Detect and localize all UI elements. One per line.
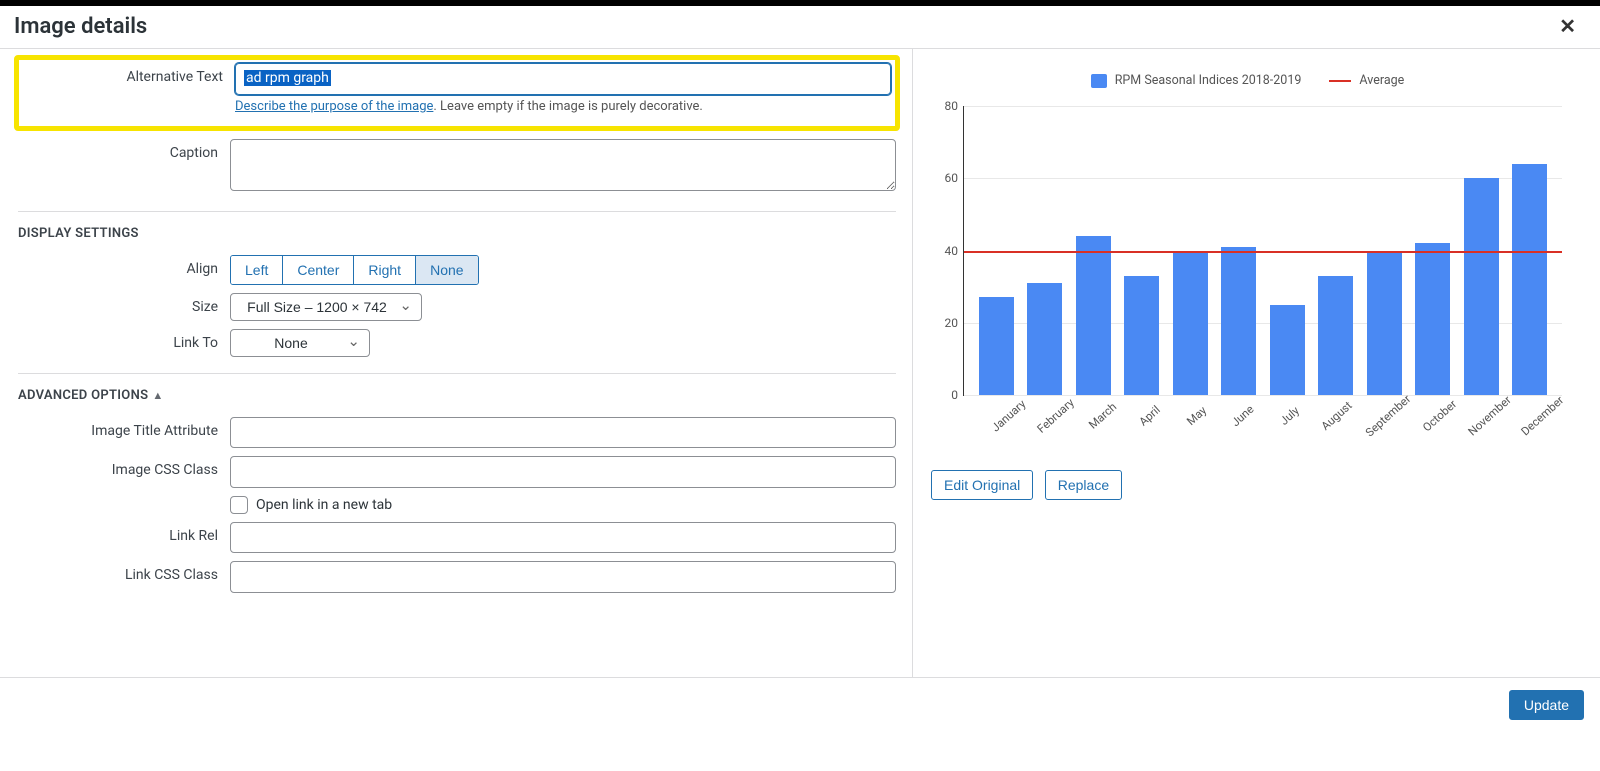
preview-actions: Edit Original Replace — [931, 470, 1594, 500]
preview-pane: RPM Seasonal Indices 2018-2019 Average 0… — [913, 49, 1600, 677]
align-center-button[interactable]: Center — [283, 256, 354, 284]
dialog-footer: Update — [0, 677, 1600, 732]
image-css-class-row: Image CSS Class — [18, 456, 896, 488]
chart-x-axis: JanuaryFebruaryMarchAprilMayJuneJulyAugu… — [963, 400, 1562, 428]
link-rel-input[interactable] — [230, 522, 896, 554]
edit-original-button[interactable]: Edit Original — [931, 470, 1033, 500]
y-tick-label: 20 — [932, 316, 958, 330]
image-details-dialog: Image details ✕ Alternative Text ad rpm … — [0, 6, 1600, 732]
caption-label: Caption — [18, 139, 230, 161]
settings-pane: Alternative Text ad rpm graph Describe t… — [0, 49, 913, 677]
caption-row: Caption — [18, 139, 896, 195]
update-button[interactable]: Update — [1509, 690, 1584, 720]
legend-item-bars: RPM Seasonal Indices 2018-2019 — [1091, 73, 1302, 88]
chart-bar — [979, 297, 1014, 395]
align-none-button[interactable]: None — [416, 256, 477, 284]
link-rel-label: Link Rel — [18, 522, 230, 544]
size-label: Size — [18, 293, 230, 315]
chart-preview: RPM Seasonal Indices 2018-2019 Average 0… — [913, 61, 1594, 428]
divider — [18, 211, 896, 212]
chart-bar — [1027, 283, 1062, 395]
size-row: Size Full Size – 1200 × 742 — [18, 293, 896, 321]
replace-button[interactable]: Replace — [1045, 470, 1122, 500]
link-css-class-input[interactable] — [230, 561, 896, 593]
legend-item-average: Average — [1329, 73, 1404, 88]
link-to-select[interactable]: None — [230, 329, 370, 357]
describe-purpose-link[interactable]: Describe the purpose of the image — [235, 99, 433, 114]
chart-plot-area: 020406080 — [963, 106, 1562, 396]
align-button-group: Left Center Right None — [230, 255, 479, 285]
alt-text-hint: Describe the purpose of the image. Leave… — [235, 99, 891, 114]
alt-text-highlight: Alternative Text ad rpm graph Describe t… — [14, 55, 900, 131]
divider — [18, 373, 896, 374]
align-row: Align Left Center Right None — [18, 255, 896, 285]
image-css-class-label: Image CSS Class — [18, 456, 230, 478]
link-css-class-row: Link CSS Class — [18, 561, 896, 593]
advanced-options-heading[interactable]: ADVANCED OPTIONS▲ — [18, 388, 896, 403]
average-line — [964, 251, 1562, 253]
image-css-class-input[interactable] — [230, 456, 896, 488]
link-rel-row: Link Rel — [18, 522, 896, 554]
display-settings-heading: DISPLAY SETTINGS — [18, 226, 896, 241]
size-select[interactable]: Full Size – 1200 × 742 — [230, 293, 422, 321]
close-icon[interactable]: ✕ — [1553, 12, 1582, 40]
image-title-attr-label: Image Title Attribute — [18, 417, 230, 439]
link-css-class-label: Link CSS Class — [18, 561, 230, 583]
caption-input[interactable] — [230, 139, 896, 191]
align-left-button[interactable]: Left — [231, 256, 283, 284]
chart-bar — [1124, 276, 1159, 395]
image-title-attr-input[interactable] — [230, 417, 896, 449]
chart-legend: RPM Seasonal Indices 2018-2019 Average — [925, 73, 1570, 88]
open-new-tab-checkbox[interactable] — [230, 496, 248, 514]
chart-bar — [1367, 251, 1402, 396]
alt-text-input[interactable]: ad rpm graph — [235, 63, 891, 95]
y-tick-label: 60 — [932, 171, 958, 185]
bar-swatch-icon — [1091, 74, 1107, 88]
chart-bar — [1464, 178, 1499, 395]
chart-bar — [1221, 247, 1256, 395]
y-tick-label: 40 — [932, 244, 958, 258]
chart-bar — [1076, 236, 1111, 395]
dialog-body: Alternative Text ad rpm graph Describe t… — [0, 49, 1600, 677]
alt-text-label: Alternative Text — [23, 63, 235, 85]
chart-bar — [1415, 243, 1450, 395]
line-swatch-icon — [1329, 80, 1351, 82]
dialog-header: Image details ✕ — [0, 6, 1600, 49]
image-title-attr-row: Image Title Attribute — [18, 417, 896, 449]
dialog-title: Image details — [14, 14, 147, 39]
y-tick-label: 80 — [932, 99, 958, 113]
chart-bar — [1512, 164, 1547, 395]
alt-text-row: Alternative Text ad rpm graph Describe t… — [23, 63, 891, 114]
chart-bar — [1270, 305, 1305, 395]
align-right-button[interactable]: Right — [354, 256, 416, 284]
align-label: Align — [18, 255, 230, 277]
link-to-row: Link To None — [18, 329, 896, 357]
open-new-tab-row: Open link in a new tab — [18, 496, 896, 514]
caret-up-icon: ▲ — [152, 389, 163, 402]
link-to-label: Link To — [18, 329, 230, 351]
chart-bar — [1318, 276, 1353, 395]
y-tick-label: 0 — [932, 388, 958, 402]
chart-bar — [1173, 251, 1208, 396]
open-new-tab-label: Open link in a new tab — [256, 497, 392, 513]
